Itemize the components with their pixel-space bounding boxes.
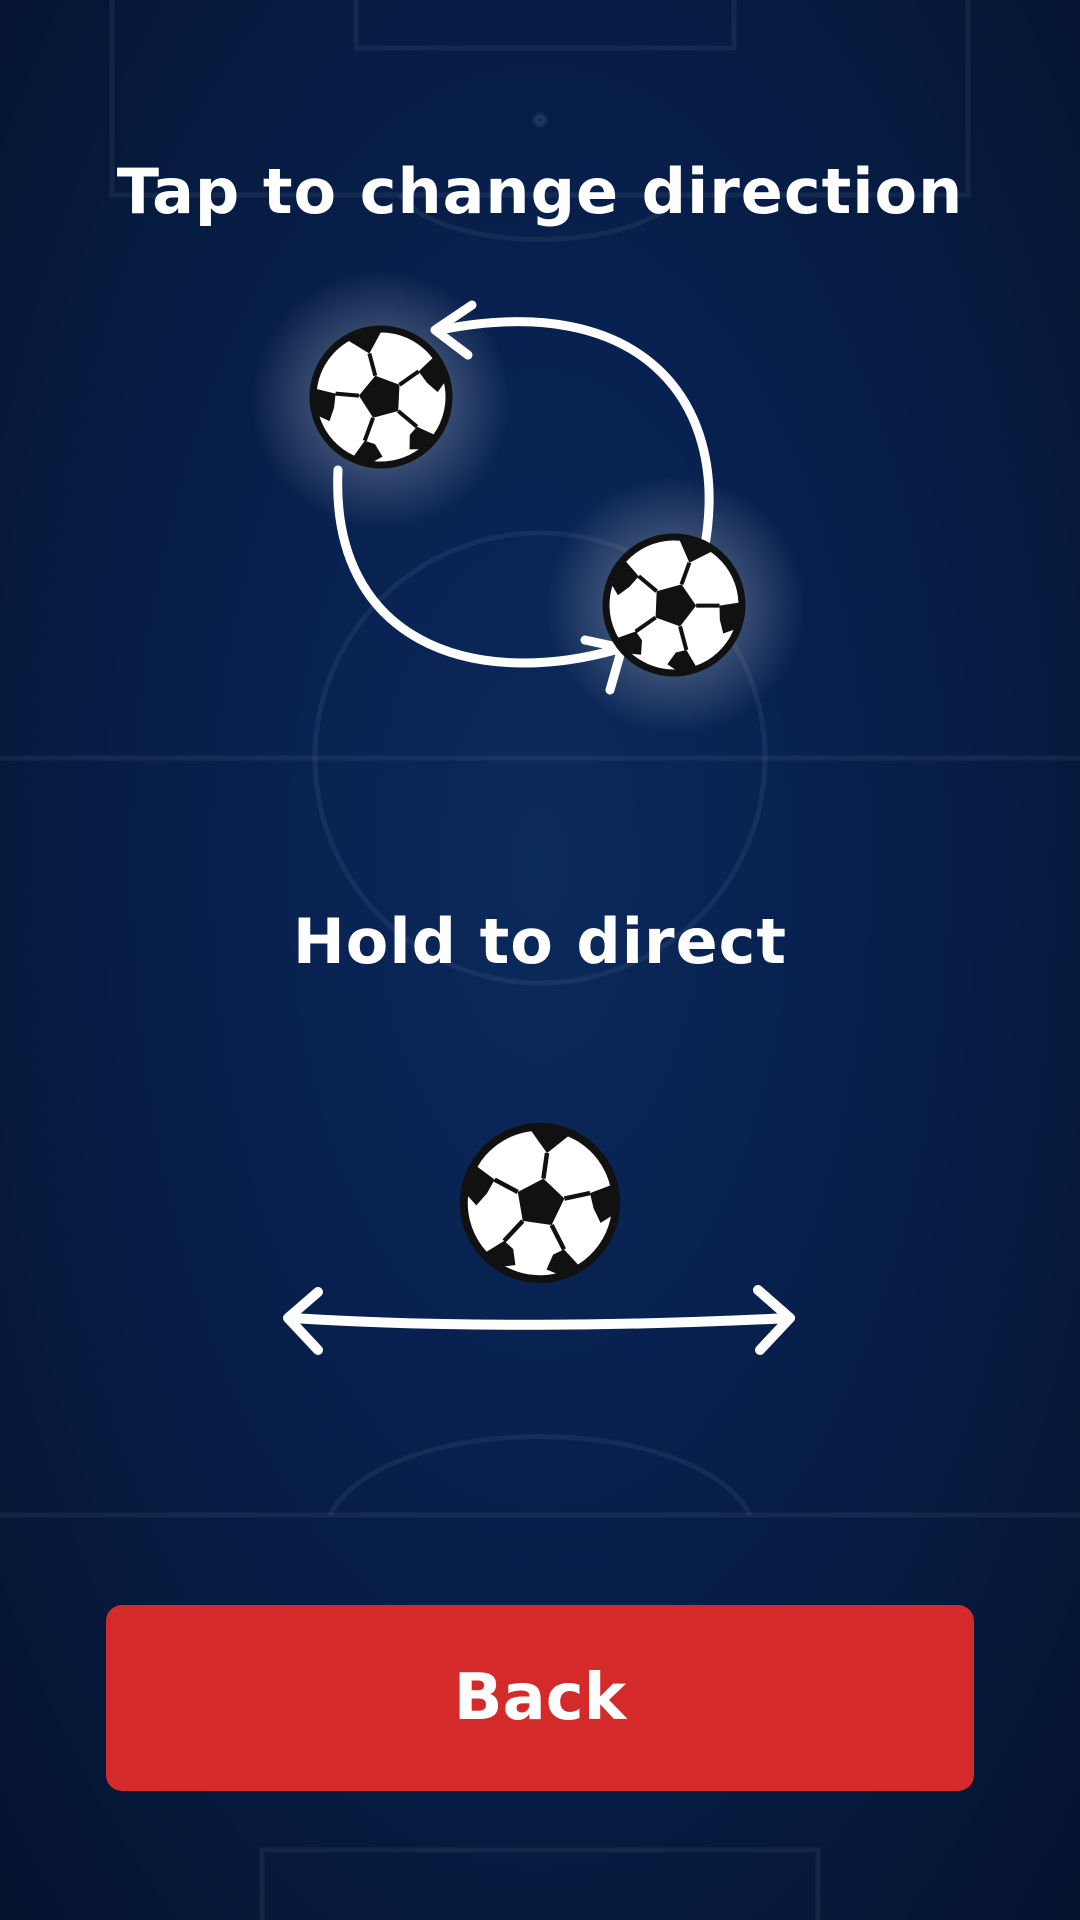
back-button[interactable]: Back — [106, 1605, 974, 1791]
